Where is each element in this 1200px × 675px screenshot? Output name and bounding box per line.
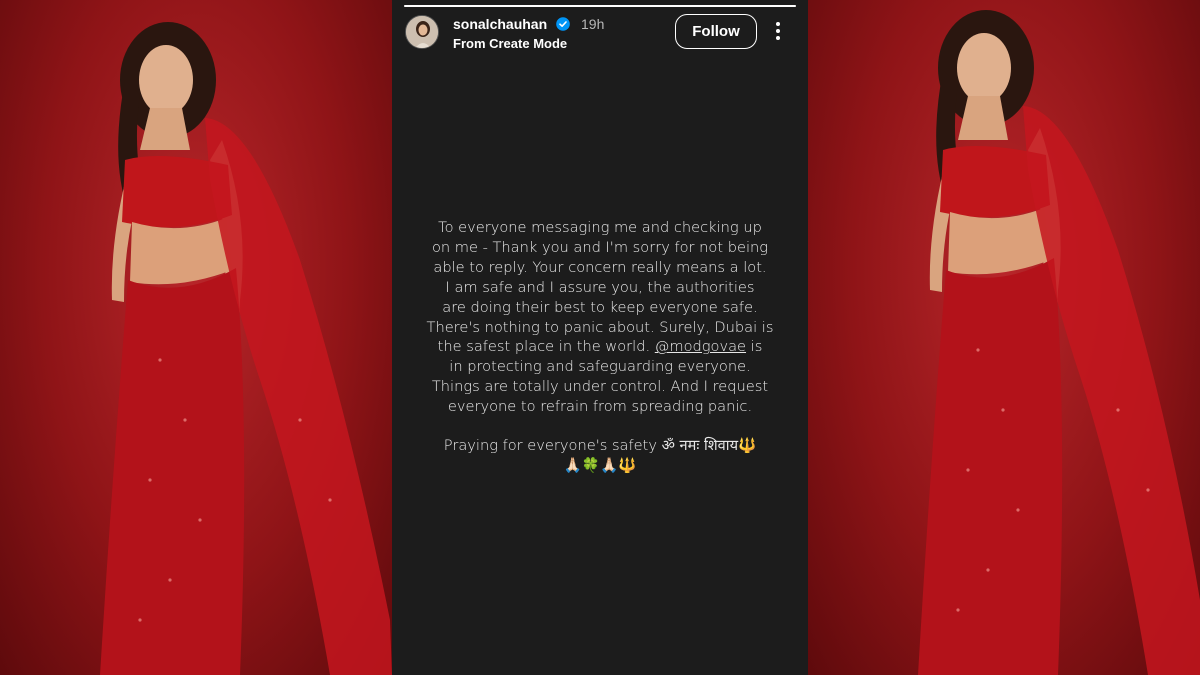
story-line-text: is [746, 338, 763, 356]
story-line: I am safe and I assure you, the authorit… [445, 278, 755, 296]
story-message: To everyone messaging me and checking up… [406, 218, 794, 476]
prayer-text: Praying for everyone's safety ॐ नमः शिवा… [443, 437, 739, 455]
prayer-line: Praying for everyone's safety ॐ नमः शिवा… [406, 436, 794, 456]
woman-in-red-saree-image [100, 22, 392, 675]
story-timestamp: 19h [581, 16, 605, 32]
profile-avatar[interactable] [405, 15, 439, 49]
story-line: To everyone messaging me and checking up [438, 219, 762, 236]
story-line: everyone to refrain from spreading panic… [447, 398, 753, 416]
avatar-icon [406, 16, 438, 48]
left-photo-panel [0, 0, 392, 675]
story-progress-bar [404, 5, 796, 7]
story-line: in protecting and safeguarding everyone. [449, 358, 751, 376]
right-photo-panel [808, 0, 1200, 675]
story-progress-fill [404, 5, 796, 7]
story-line: Things are totally under control. And I … [431, 378, 769, 396]
story-line: on me - Thank you and I'm sorry for not … [431, 238, 769, 256]
story-line: are doing their best to keep everyone sa… [442, 298, 758, 316]
story-line: There's nothing to panic about. Surely, … [426, 318, 774, 336]
story-line: able to reply. Your concern really means… [433, 258, 767, 276]
story-source-label[interactable]: From Create Mode [453, 35, 567, 52]
story-line-text: the safest place in the world. [437, 338, 651, 356]
woman-in-red-saree-image [918, 10, 1200, 675]
instagram-story: sonalchauhan 19h From Create Mode Follow… [392, 0, 808, 675]
emoji-line: 🙏🏻🍀🙏🏻🔱 [563, 456, 637, 474]
story-line: the safest place in the world. @modgovae… [406, 337, 794, 357]
follow-button[interactable]: Follow [675, 14, 757, 49]
trident-emoji: 🔱 [738, 437, 757, 455]
mention-link[interactable]: @modgovae [655, 338, 746, 355]
more-options-icon[interactable] [772, 20, 784, 44]
verified-badge-icon [556, 17, 570, 31]
story-username[interactable]: sonalchauhan [453, 15, 547, 33]
